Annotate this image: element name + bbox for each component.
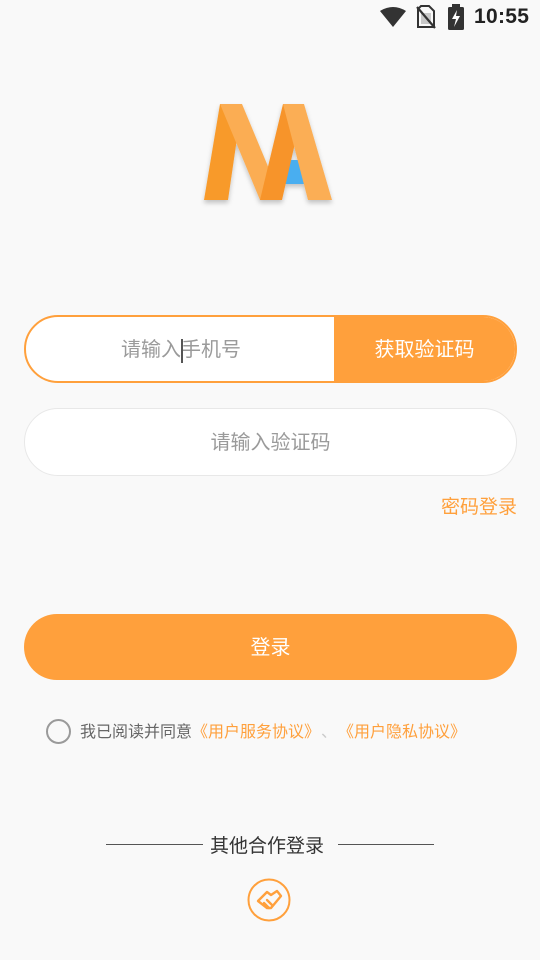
get-code-button[interactable]: 获取验证码 <box>334 317 515 381</box>
agreement-row: 我已阅读并同意《用户服务协议》、《用户隐私协议》 <box>46 718 466 745</box>
login-button[interactable]: 登录 <box>24 614 517 680</box>
status-time: 10:55 <box>474 5 530 28</box>
battery-charging-icon <box>448 4 464 30</box>
agreement-separator: 、 <box>321 722 338 741</box>
verification-code-input[interactable] <box>25 409 516 474</box>
privacy-agreement-link[interactable]: 《用户隐私协议》 <box>346 722 466 741</box>
phone-field-group: 获取验证码 <box>24 315 517 383</box>
app-logo <box>204 104 332 200</box>
divider-left <box>106 844 203 845</box>
divider-right <box>338 844 434 845</box>
other-login-title: 其他合作登录 <box>210 835 325 857</box>
code-field-group <box>24 408 517 476</box>
password-login-link[interactable]: 密码登录 <box>441 492 517 519</box>
handshake-icon[interactable] <box>247 878 291 922</box>
user-service-agreement-link[interactable]: 《用户服务协议》 <box>192 722 312 741</box>
status-bar: 10:55 <box>0 0 540 36</box>
text-cursor <box>181 339 183 363</box>
no-sim-icon <box>416 5 436 29</box>
agreement-checkbox[interactable] <box>46 718 71 744</box>
agreement-text: 我已阅读并同意 <box>80 722 193 741</box>
wifi-icon <box>380 7 406 27</box>
